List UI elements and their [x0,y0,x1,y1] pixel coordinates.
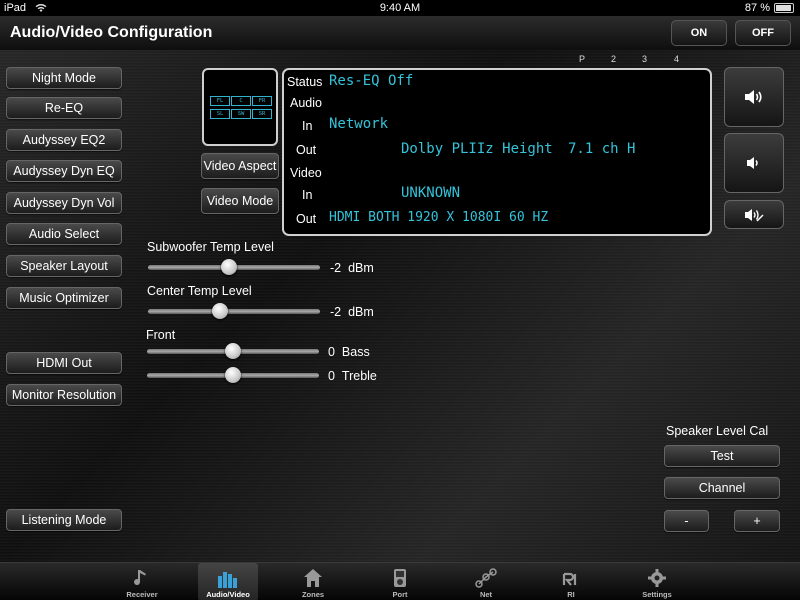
video-in-label: In [302,188,313,202]
status-bar: iPad 9:40 AM 87 % [0,0,800,16]
audio-out-label: Out [296,143,317,157]
bass-value: 0 Bass [328,345,370,359]
network-icon [475,568,497,588]
listening-mode-button[interactable]: Listening Mode [6,509,122,531]
audio-out-channels: 7.1 ch H [568,141,636,157]
monitor-resolution-button[interactable]: Monitor Resolution [6,384,122,406]
treble-value: 0 Treble [328,369,377,383]
center-value: -2 dBm [330,305,374,319]
tab-settings[interactable]: Settings [627,563,687,600]
video-out-value: HDMI BOTH 1920 X 1080I 60 HZ [329,210,549,225]
music-optimizer-button[interactable]: Music Optimizer [6,287,122,309]
video-section-label: Video [290,166,322,180]
gear-icon [648,569,666,587]
equalizer-icon [218,572,237,588]
preset-p[interactable]: P [579,54,585,64]
audio-in-value: Network [329,116,389,132]
tab-audio-video[interactable]: Audio/Video [198,563,258,600]
speaker-quiet-icon [747,157,758,169]
tab-receiver[interactable]: Receiver [112,563,172,600]
speaker-fl: FL [210,96,230,106]
treble-slider-knob[interactable] [225,367,241,383]
ipod-icon [394,569,406,587]
status-value: Res-EQ Off [329,73,414,89]
status-label: Status [287,75,323,89]
ri-icon [562,572,577,586]
preset-2[interactable]: 2 [611,54,616,64]
night-mode-button[interactable]: Night Mode [6,67,122,89]
speaker-sl: SL [210,109,230,119]
page-title: Audio/Video Configuration [10,24,213,41]
tab-bar: Receiver Audio/Video Zones Port Net RI S… [0,562,800,600]
audyssey-dyn-vol-button[interactable]: Audyssey Dyn Vol [6,192,122,214]
audio-in-label: In [302,119,313,133]
status-time: 9:40 AM [379,2,421,14]
subwoofer-slider-knob[interactable] [220,259,237,275]
front-label: Front [146,328,176,342]
volume-down-button[interactable] [724,133,784,193]
speaker-mute-icon [745,208,764,221]
audyssey-eq2-button[interactable]: Audyssey EQ2 [6,129,122,151]
audyssey-dyn-eq-button[interactable]: Audyssey Dyn EQ [6,160,122,182]
preset-4[interactable]: 4 [674,54,679,64]
video-mode-button[interactable]: Video Mode [201,188,279,214]
speaker-fr: FR [252,96,272,106]
battery-percent: 87 % [744,2,770,14]
tab-zones[interactable]: Zones [283,563,343,600]
audio-select-button[interactable]: Audio Select [6,223,122,245]
music-note-icon [134,570,146,586]
level-plus-button[interactable]: + [734,510,780,532]
subwoofer-temp-label: Subwoofer Temp Level [147,240,274,254]
speaker-loud-icon [745,90,762,104]
channel-button[interactable]: Channel [664,477,780,499]
bass-slider-knob[interactable] [225,343,241,359]
speaker-layout-button[interactable]: Speaker Layout [6,255,122,277]
speaker-layout-diagram: FL C FR SL SW SR [202,68,278,146]
subwoofer-value: -2 dBm [330,261,374,275]
volume-up-button[interactable] [724,67,784,127]
tab-net[interactable]: Net [456,563,516,600]
video-in-value: UNKNOWN [401,185,461,201]
hdmi-out-button[interactable]: HDMI Out [6,352,122,374]
center-temp-label: Center Temp Level [147,284,252,298]
speaker-sw: SW [231,109,251,119]
mute-button[interactable] [724,200,784,229]
power-on-button[interactable]: ON [671,20,727,46]
re-eq-button[interactable]: Re-EQ [6,97,122,119]
power-off-button[interactable]: OFF [735,20,791,46]
speaker-level-cal-title: Speaker Level Cal [666,424,769,438]
level-minus-button[interactable]: - [664,510,709,532]
test-button[interactable]: Test [664,445,780,467]
info-display: Status Res-EQ Off Audio In Network Out D… [282,68,712,236]
center-slider-track[interactable] [148,309,320,314]
video-aspect-button[interactable]: Video Aspect [201,153,279,179]
tab-ri[interactable]: RI [541,563,601,600]
speaker-sr: SR [252,109,272,119]
audio-section-label: Audio [290,96,322,110]
tab-port[interactable]: Port [370,563,430,600]
house-icon [304,569,322,587]
title-bar: Audio/Video Configuration ON OFF [0,16,800,50]
video-out-label: Out [296,212,317,226]
speaker-c: C [231,96,251,106]
center-slider-knob[interactable] [212,303,229,319]
preset-3[interactable]: 3 [642,54,647,64]
audio-out-format: Dolby PLIIz Height [401,141,553,157]
battery-icon [774,3,794,13]
